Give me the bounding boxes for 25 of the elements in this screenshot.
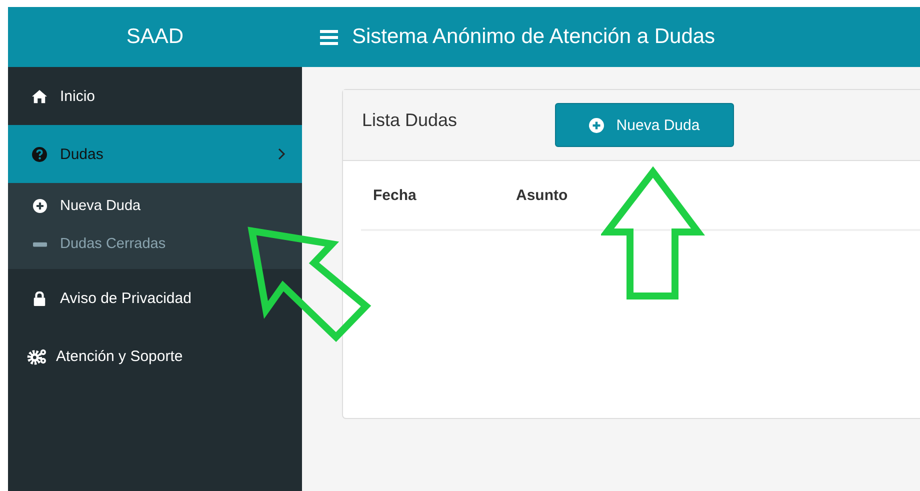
sidebar-item[interactable]: Dudas — [8, 125, 302, 183]
card-title: Lista Dudas — [362, 110, 458, 130]
chevron-icon — [278, 148, 286, 160]
sidebar-item[interactable]: Aviso de Privacidad — [8, 269, 302, 327]
sidebar-label: Atención y Soporte — [56, 348, 184, 364]
new-question-button[interactable]: Nueva Duda — [555, 103, 734, 147]
sidebar-item[interactable]: Inicio — [8, 67, 302, 125]
gears-icon — [27, 348, 48, 364]
column-header: Asunto — [515, 186, 569, 204]
sidebar-label: Aviso de Privacidad — [60, 290, 192, 306]
submenu-item[interactable]: Dudas Cerradas — [8, 225, 302, 263]
sidebar-item[interactable]: Atención y Soporte — [8, 327, 302, 385]
submenu-item[interactable]: Nueva Duda — [8, 187, 302, 225]
question-icon — [32, 146, 47, 162]
plus-circle-icon — [589, 118, 604, 132]
home-icon — [32, 88, 47, 104]
menu-icon[interactable] — [320, 30, 338, 44]
sidebar-label: Dudas — [60, 146, 104, 162]
sidebar-label: Inicio — [60, 88, 96, 104]
app-title: Sistema Anónimo de Atención a Dudas — [352, 25, 716, 49]
column-header: Fecha — [372, 186, 418, 204]
plus-circle-icon — [33, 199, 47, 213]
lock-icon — [32, 290, 47, 306]
app-logo[interactable]: SAAD — [8, 25, 302, 49]
minus-icon — [33, 242, 47, 246]
